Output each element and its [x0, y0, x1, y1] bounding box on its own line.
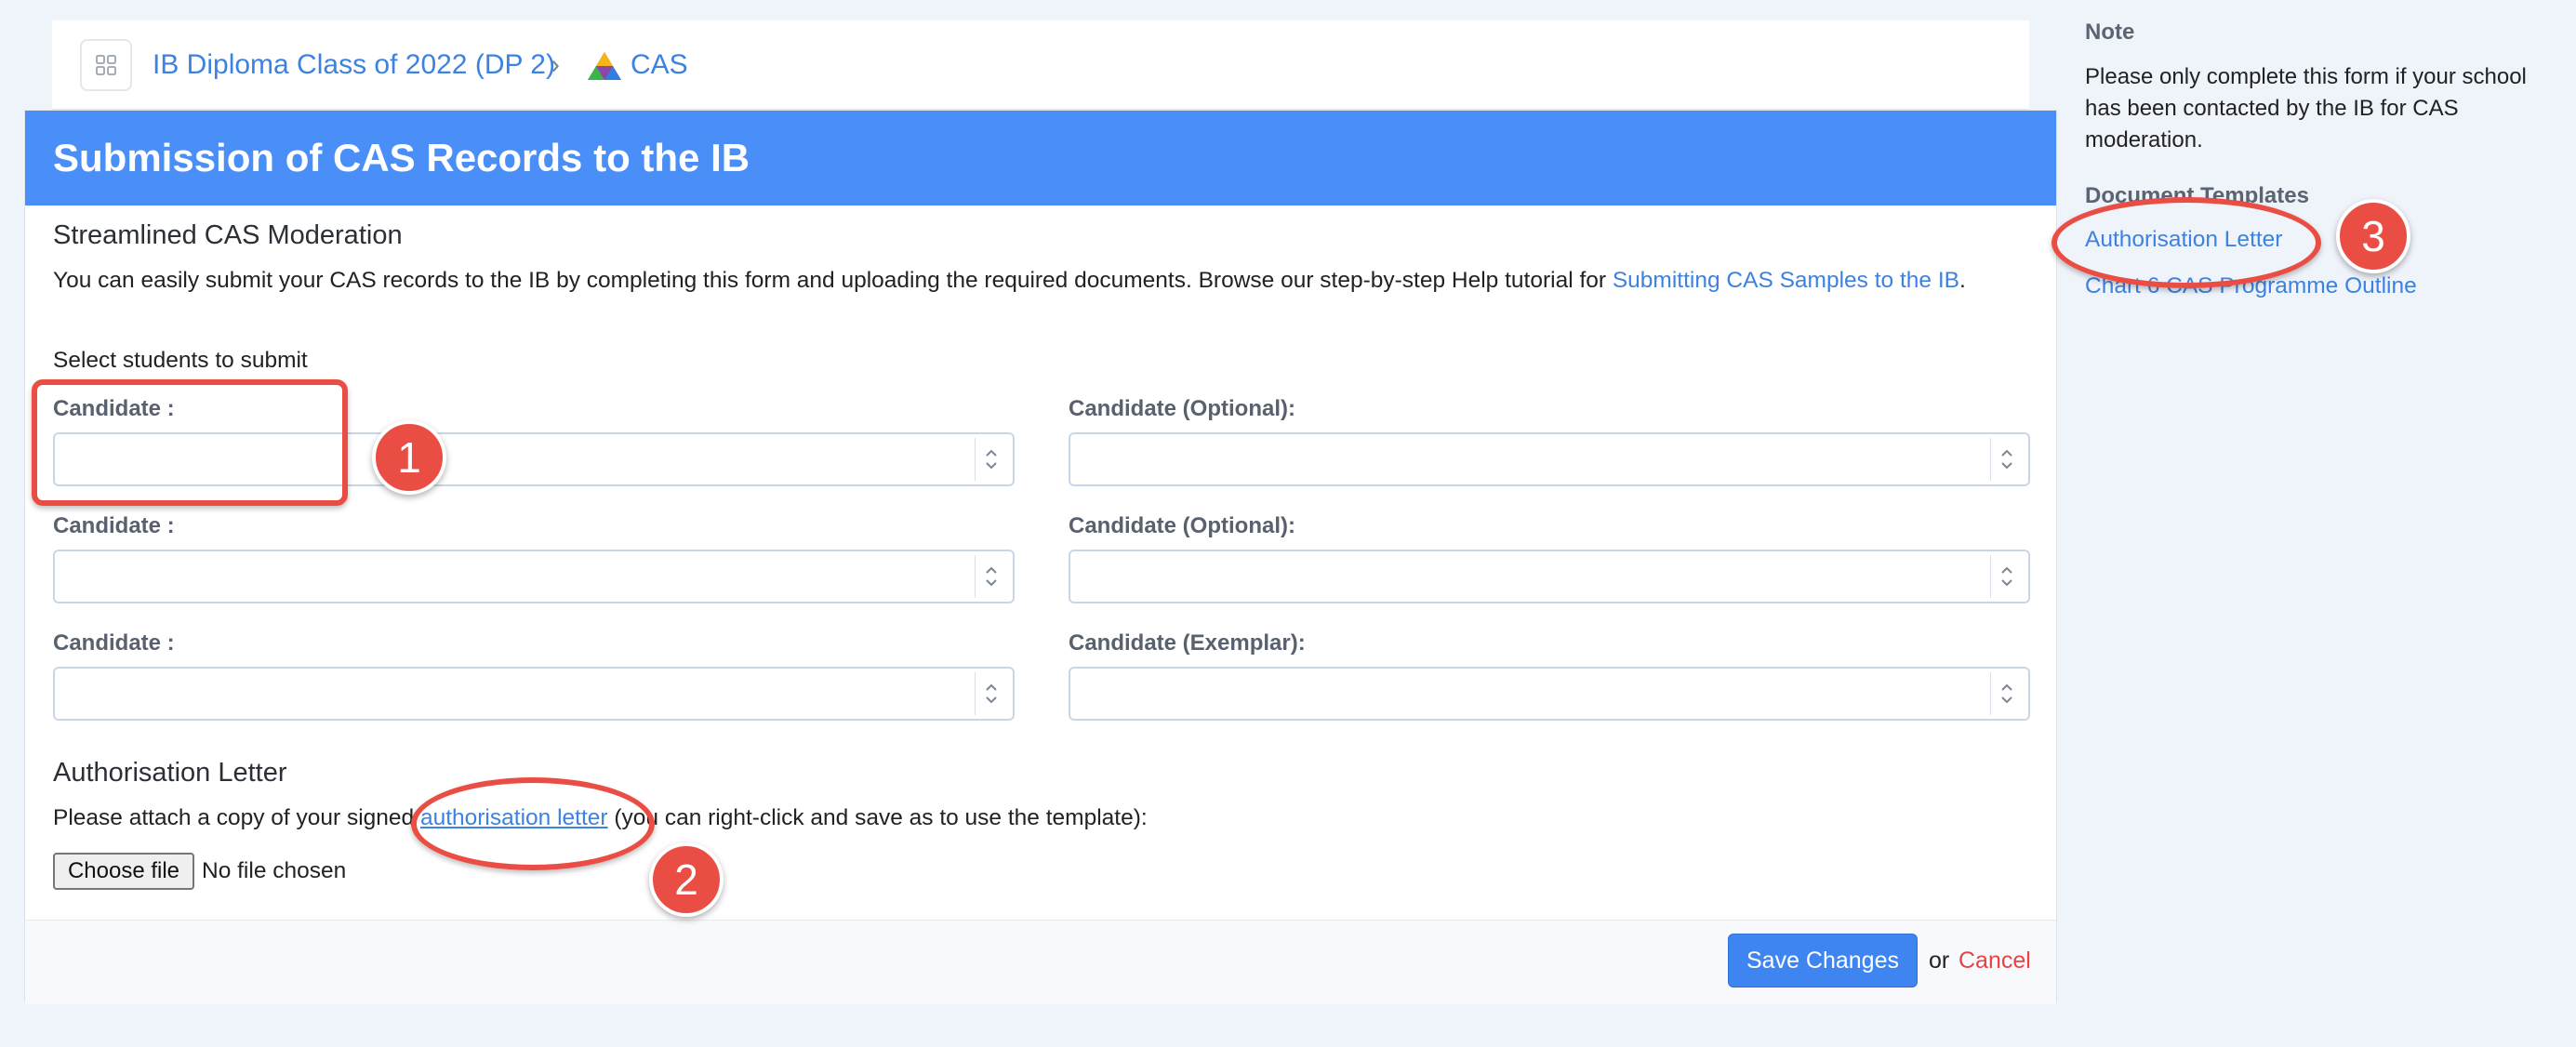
- annotation-badge-2: 2: [649, 842, 724, 917]
- authorisation-instructions: Please attach a copy of your signed auth…: [53, 802, 2043, 834]
- candidate-exemplar-label: Candidate (Exemplar):: [1069, 630, 1306, 656]
- intro-paragraph: You can easily submit your CAS records t…: [53, 265, 2043, 297]
- grid-icon: [96, 55, 116, 75]
- auth-text-after: (you can right-click and save as to use …: [607, 805, 1148, 830]
- page-title: Submission of CAS Records to the IB: [53, 136, 750, 179]
- cancel-link[interactable]: Cancel: [1959, 945, 2031, 976]
- select-students-label: Select students to submit: [53, 348, 308, 373]
- spinner-arrows-icon: [1990, 672, 2023, 715]
- candidate-select-2[interactable]: [53, 550, 1015, 603]
- app-grid-button[interactable]: [80, 39, 132, 91]
- spinner-arrows-icon: [975, 438, 1007, 481]
- annotation-ellipse-template-link: [2052, 197, 2321, 288]
- candidate-optional-label-2: Candidate (Optional):: [1069, 513, 1295, 538]
- annotation-badge-3: 3: [2336, 199, 2410, 273]
- candidate-optional-select-1[interactable]: [1069, 432, 2030, 486]
- breadcrumb-separator: ›: [551, 49, 560, 80]
- spinner-arrows-icon: [1990, 555, 2023, 598]
- auth-text-before: Please attach a copy of your signed: [53, 805, 420, 830]
- breadcrumb-class-link[interactable]: IB Diploma Class of 2022 (DP 2): [153, 46, 555, 84]
- spinner-arrows-icon: [975, 555, 1007, 598]
- file-status-text: No file chosen: [202, 858, 347, 883]
- annotation-highlight-candidate: [32, 379, 348, 506]
- sidebar-note-title: Note: [2085, 20, 2135, 45]
- cas-logo-icon: [588, 52, 621, 80]
- help-tutorial-link[interactable]: Submitting CAS Samples to the IB: [1613, 268, 1959, 293]
- or-text: or: [1929, 948, 1950, 974]
- choose-file-button[interactable]: Choose file: [53, 853, 194, 890]
- intro-end: .: [1959, 268, 1966, 293]
- candidate-optional-label-1: Candidate (Optional):: [1069, 396, 1295, 421]
- section-title-authorisation: Authorisation Letter: [53, 758, 287, 788]
- card-header: Submission of CAS Records to the IB: [25, 111, 2056, 205]
- section-title-moderation: Streamlined CAS Moderation: [53, 220, 403, 250]
- cas-submission-card: Submission of CAS Records to the IB Stre…: [24, 110, 2057, 1004]
- annotation-ellipse-auth-link: [411, 777, 655, 870]
- candidate-label-3: Candidate :: [53, 630, 175, 656]
- intro-text: You can easily submit your CAS records t…: [53, 268, 1613, 293]
- candidate-exemplar-select[interactable]: [1069, 667, 2030, 721]
- annotation-badge-1: 1: [372, 420, 446, 495]
- candidate-label-2: Candidate :: [53, 513, 175, 538]
- save-changes-button[interactable]: Save Changes: [1728, 934, 1918, 987]
- candidate-select-3[interactable]: [53, 667, 1015, 721]
- candidate-optional-select-2[interactable]: [1069, 550, 2030, 603]
- sidebar-note-text: Please only complete this form if your s…: [2085, 64, 2527, 152]
- breadcrumb: IB Diploma Class of 2022 (DP 2) › CAS: [52, 20, 2029, 110]
- spinner-arrows-icon: [1990, 438, 2023, 481]
- spinner-arrows-icon: [975, 672, 1007, 715]
- breadcrumb-cas-link[interactable]: CAS: [631, 46, 688, 84]
